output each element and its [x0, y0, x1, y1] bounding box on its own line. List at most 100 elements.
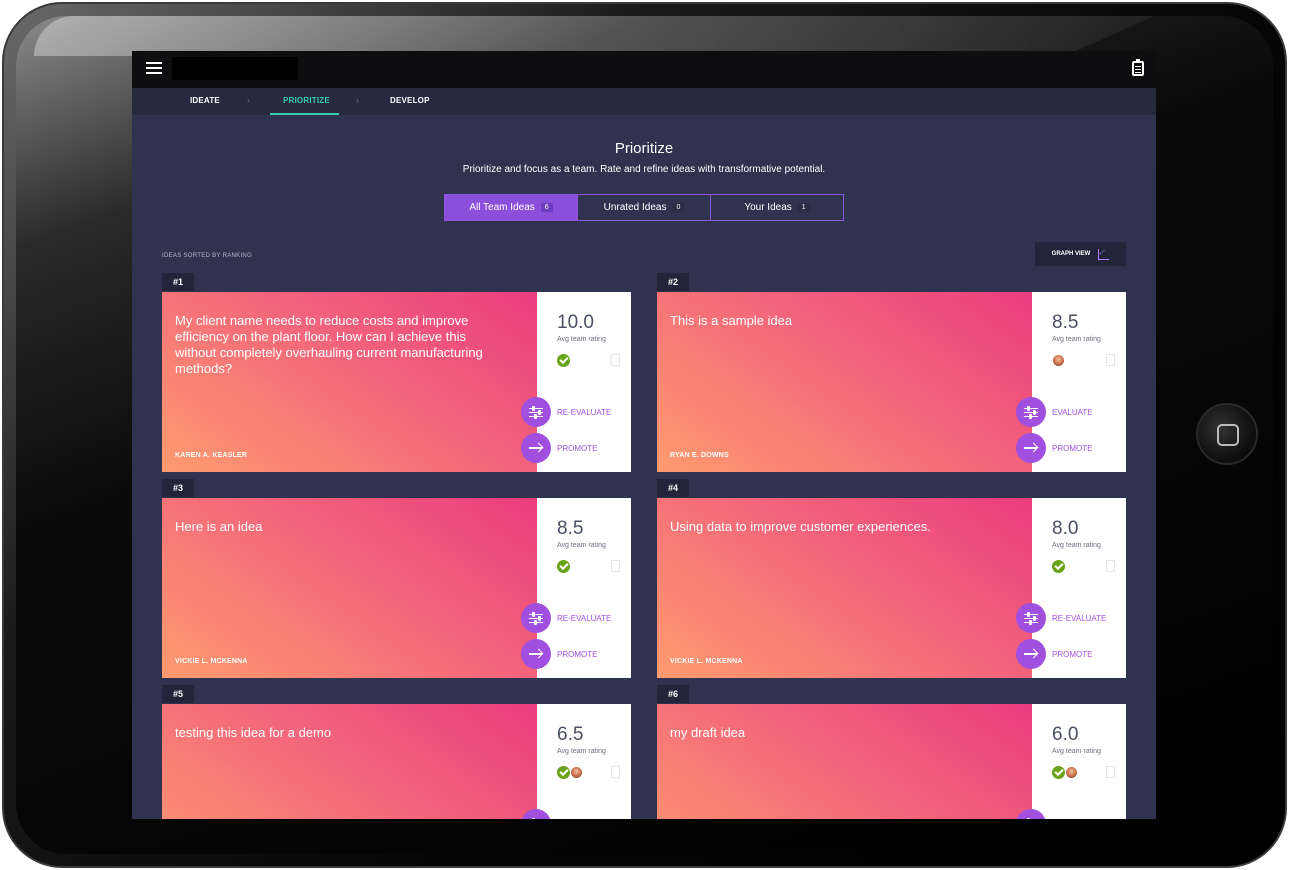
rank-tab: #6 [657, 685, 689, 703]
promote-button[interactable]: PROMOTE [1016, 639, 1092, 669]
avg-rating-label: Avg team rating [1052, 748, 1101, 755]
tab-label: Your Ideas [744, 202, 792, 213]
avg-rating-label: Avg team rating [557, 336, 606, 343]
arrow-right-icon [1024, 443, 1038, 453]
hamburger-menu-icon[interactable] [146, 62, 162, 76]
step-ideate[interactable]: IDEATE [190, 96, 220, 105]
re-evaluate-button[interactable]: RE-EVALUATE [1016, 603, 1106, 633]
card-body[interactable]: testing this idea for a demo 6.5 Avg tea… [162, 704, 631, 819]
sort-label: IDEAS SORTED BY RANKING [162, 253, 253, 259]
tab-label: Unrated Ideas [603, 202, 667, 213]
page-subtitle: Prioritize and focus as a team. Rate and… [462, 164, 826, 175]
promote-button[interactable]: PROMOTE [521, 433, 597, 463]
idea-author: KAREN A. KEASLER [175, 452, 248, 459]
arrow-button-circle [521, 639, 551, 669]
tab-your-ideas[interactable]: Your Ideas 1 [711, 195, 843, 220]
action-label: PROMOTE [1052, 649, 1093, 659]
document-icon [1106, 354, 1115, 366]
avg-rating-value: 6.5 [557, 724, 584, 745]
filter-tabs: All Team Ideas 6 Unrated Ideas 0 Your Idea… [444, 194, 844, 221]
document-icon [611, 354, 620, 366]
sliders-button-circle [1016, 809, 1046, 819]
user-avatar [570, 766, 583, 779]
active-step-indicator [270, 113, 339, 115]
idea-text: My client name needs to reduce costs and… [175, 313, 483, 376]
document-icon [611, 766, 620, 778]
count-badge: 1 [797, 203, 810, 212]
card-main: My client name needs to reduce costs and… [162, 292, 537, 472]
card-body[interactable]: My client name needs to reduce costs and… [162, 292, 631, 472]
card-body[interactable]: This is a sample idea RYAN E. DOWNS 8.5 … [657, 292, 1126, 472]
tab-unrated-ideas[interactable]: Unrated Ideas 0 [578, 195, 711, 220]
promote-button[interactable]: PROMOTE [1016, 433, 1092, 463]
tab-all-team-ideas[interactable]: All Team Ideas 6 [445, 195, 578, 220]
card-body[interactable]: Here is an idea VICKIE L. MCKENNA 8.5 Av… [162, 498, 631, 678]
document-icon [1106, 766, 1115, 778]
card-sidebar: 10.0 Avg team rating RE-EVALUATE PROMOTE [521, 292, 631, 472]
card-main: Using data to improve customer experienc… [657, 498, 1032, 678]
screen-glare [34, 16, 1154, 56]
idea-text: Here is an idea [175, 519, 263, 534]
sliders-button-circle [1016, 397, 1046, 427]
idea-author: VICKIE L. MCKENNA [175, 658, 248, 665]
avg-rating-value: 8.5 [1052, 312, 1079, 333]
sliders-button-circle [521, 603, 551, 633]
user-avatar [1065, 766, 1078, 779]
check-icon [1052, 560, 1065, 573]
avg-rating-value: 8.5 [557, 518, 584, 539]
card-body[interactable]: Using data to improve customer experienc… [657, 498, 1126, 678]
re-evaluate-button[interactable]: RE-EVALUATE [521, 603, 611, 633]
sliders-icon [1024, 612, 1038, 625]
user-avatar [1052, 354, 1065, 367]
action-label: RE-EVALUATE [1052, 613, 1107, 623]
idea-text: This is a sample idea [670, 313, 793, 328]
check-icon [557, 766, 570, 779]
re-evaluate-button[interactable]: RE-EVALUATE [521, 397, 611, 427]
card-sidebar: 8.0 Avg team rating RE-EVALUATE PROMOTE [1016, 498, 1126, 678]
rank-tab: #3 [162, 479, 194, 497]
app-title-redacted [172, 57, 298, 80]
clipboard-icon[interactable] [1132, 59, 1144, 76]
sliders-button-circle [521, 809, 551, 819]
card-sidebar: 8.5 Avg team rating RE-EVALUATE PROMOTE [521, 498, 631, 678]
rank-tab: #1 [162, 273, 194, 291]
rank-tab: #5 [162, 685, 194, 703]
card-sidebar: 6.5 Avg team rating [521, 704, 631, 819]
sliders-icon [529, 612, 543, 625]
chevron-right-icon: › [247, 95, 250, 105]
avg-rating-value: 6.0 [1052, 724, 1079, 745]
rank-tab: #4 [657, 479, 689, 497]
top-bar [132, 51, 1156, 88]
card-main: my draft idea [657, 704, 1032, 819]
avg-rating-label: Avg team rating [1052, 542, 1101, 549]
re-evaluate-button[interactable] [521, 809, 551, 819]
step-prioritize[interactable]: PRIORITIZE [283, 96, 330, 105]
action-label: EVALUATE [1052, 407, 1093, 417]
sliders-icon [1024, 406, 1038, 419]
avg-rating-label: Avg team rating [557, 748, 606, 755]
promote-button[interactable]: PROMOTE [521, 639, 597, 669]
action-label: PROMOTE [557, 649, 598, 659]
home-button[interactable] [1196, 403, 1258, 465]
evaluate-button[interactable] [1016, 809, 1046, 819]
action-label: RE-EVALUATE [557, 613, 612, 623]
card-body[interactable]: my draft idea 6.0 Avg team rating [657, 704, 1126, 819]
arrow-button-circle [1016, 433, 1046, 463]
avg-rating-value: 10.0 [557, 312, 594, 333]
document-icon [1106, 560, 1115, 572]
idea-text: Using data to improve customer experienc… [670, 519, 931, 534]
document-icon [611, 560, 620, 572]
tab-label: All Team Ideas [469, 202, 535, 213]
card-sidebar: 8.5 Avg team rating EVALUATE PROMOTE [1016, 292, 1126, 472]
graph-view-button[interactable]: GRAPH VIEW [1035, 242, 1126, 266]
sliders-icon [529, 406, 543, 419]
idea-text: testing this idea for a demo [175, 725, 332, 740]
count-badge: 0 [672, 203, 685, 212]
avg-rating-label: Avg team rating [557, 542, 606, 549]
arrow-right-icon [1024, 649, 1038, 659]
card-main: Here is an idea VICKIE L. MCKENNA [162, 498, 537, 678]
step-develop[interactable]: DEVELOP [390, 96, 430, 105]
check-icon [557, 354, 570, 367]
check-icon [557, 560, 570, 573]
evaluate-button[interactable]: EVALUATE [1016, 397, 1093, 427]
